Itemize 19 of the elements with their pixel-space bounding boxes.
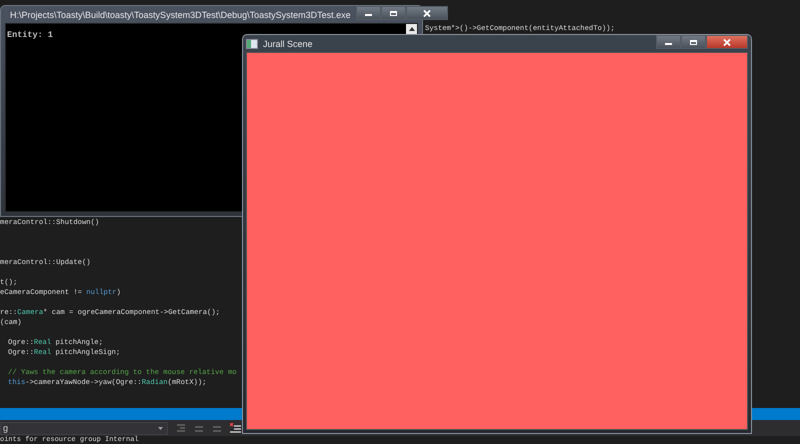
configuration-dropdown[interactable]: g <box>0 422 168 434</box>
close-button[interactable] <box>406 6 448 20</box>
minimize-button[interactable] <box>356 6 381 20</box>
close-button[interactable] <box>706 35 748 49</box>
up-arrow-icon <box>408 27 414 31</box>
caret-icon <box>158 426 163 430</box>
console-output: Entity: 1 <box>6 30 53 41</box>
indent-icon[interactable] <box>176 423 186 433</box>
window-title: Jurall Scene <box>263 38 313 48</box>
scroll-up-button[interactable] <box>406 24 417 34</box>
window-title: H:\Projects\Toasty\Build\toasty\ToastySystem3DTest\Debug\ToastySystem3DTest.exe <box>10 10 351 20</box>
maximize-button[interactable] <box>681 35 706 49</box>
close-icon <box>723 38 731 46</box>
status-bar <box>752 408 800 420</box>
close-icon <box>422 10 431 16</box>
clear-icon[interactable] <box>230 422 241 434</box>
window-icon <box>246 38 258 48</box>
minimize-button[interactable] <box>656 35 681 49</box>
maximize-button[interactable] <box>380 6 406 20</box>
